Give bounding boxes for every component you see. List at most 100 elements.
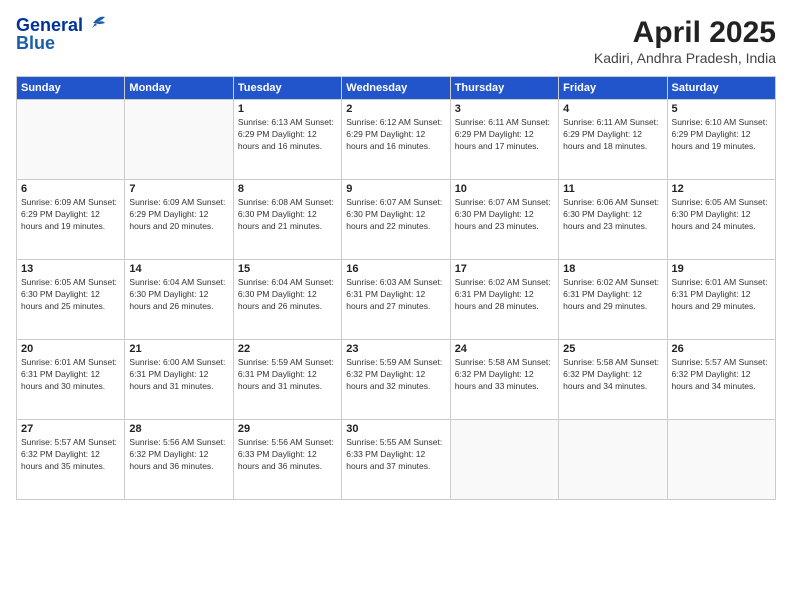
day-number: 13 — [21, 263, 120, 275]
title-block: April 2025 Kadiri, Andhra Pradesh, India — [594, 16, 776, 66]
day-cell — [17, 100, 125, 180]
day-number: 5 — [672, 103, 771, 115]
day-number: 17 — [455, 263, 554, 275]
day-info: Sunrise: 5:58 AM Sunset: 6:32 PM Dayligh… — [455, 357, 554, 393]
weekday-header-wednesday: Wednesday — [342, 77, 450, 100]
day-number: 11 — [563, 183, 662, 195]
day-info: Sunrise: 6:06 AM Sunset: 6:30 PM Dayligh… — [563, 197, 662, 233]
day-info: Sunrise: 5:57 AM Sunset: 6:32 PM Dayligh… — [21, 437, 120, 473]
day-number: 28 — [129, 423, 228, 435]
day-cell: 6 Sunrise: 6:09 AM Sunset: 6:29 PM Daylig… — [17, 180, 125, 260]
weekday-header-row: SundayMondayTuesdayWednesdayThursdayFrid… — [17, 77, 776, 100]
day-cell: 15Sunrise: 6:04 AM Sunset: 6:30 PM Dayli… — [233, 260, 341, 340]
week-row-2: 6 Sunrise: 6:09 AM Sunset: 6:29 PM Daylig… — [17, 180, 776, 260]
logo-text-blue: Blue — [16, 34, 107, 54]
day-number: 19 — [672, 263, 771, 275]
day-info: Sunrise: 6:09 AM Sunset: 6:29 PM Dayligh… — [129, 197, 228, 233]
day-info: Sunrise: 6:05 AM Sunset: 6:30 PM Dayligh… — [672, 197, 771, 233]
day-info: Sunrise: 6:11 AM Sunset: 6:29 PM Dayligh… — [563, 117, 662, 153]
day-cell: 28 Sunrise: 5:56 AM Sunset: 6:32 PM Dayli… — [125, 420, 233, 500]
day-number: 20 — [21, 343, 120, 355]
day-cell: 23 Sunrise: 5:59 AM Sunset: 6:32 PM Dayli… — [342, 340, 450, 420]
weekday-header-sunday: Sunday — [17, 77, 125, 100]
day-cell: 29 Sunrise: 5:56 AM Sunset: 6:33 PM Dayli… — [233, 420, 341, 500]
day-number: 22 — [238, 343, 337, 355]
day-cell: 7 Sunrise: 6:09 AM Sunset: 6:29 PM Daylig… — [125, 180, 233, 260]
day-info: Sunrise: 5:58 AM Sunset: 6:32 PM Dayligh… — [563, 357, 662, 393]
day-number: 2 — [346, 103, 445, 115]
day-cell — [559, 420, 667, 500]
day-number: 8 — [238, 183, 337, 195]
day-number: 7 — [129, 183, 228, 195]
logo-bird-icon — [85, 13, 107, 33]
day-cell: 20 Sunrise: 6:01 AM Sunset: 6:31 PM Dayli… — [17, 340, 125, 420]
day-info: Sunrise: 6:09 AM Sunset: 6:29 PM Dayligh… — [21, 197, 120, 233]
day-cell: 17 Sunrise: 6:02 AM Sunset: 6:31 PM Dayli… — [450, 260, 558, 340]
week-row-4: 20 Sunrise: 6:01 AM Sunset: 6:31 PM Dayli… — [17, 340, 776, 420]
day-number: 12 — [672, 183, 771, 195]
day-number: 16 — [346, 263, 445, 275]
day-number: 18 — [563, 263, 662, 275]
day-info: Sunrise: 6:07 AM Sunset: 6:30 PM Dayligh… — [346, 197, 445, 233]
day-info: Sunrise: 6:01 AM Sunset: 6:31 PM Dayligh… — [21, 357, 120, 393]
day-number: 30 — [346, 423, 445, 435]
day-info: Sunrise: 6:03 AM Sunset: 6:31 PM Dayligh… — [346, 277, 445, 313]
day-cell: 13 Sunrise: 6:05 AM Sunset: 6:30 PM Dayli… — [17, 260, 125, 340]
day-number: 15 — [238, 263, 337, 275]
day-cell: 3Sunrise: 6:11 AM Sunset: 6:29 PM Daylig… — [450, 100, 558, 180]
day-cell — [667, 420, 775, 500]
day-info: Sunrise: 5:55 AM Sunset: 6:33 PM Dayligh… — [346, 437, 445, 473]
day-number: 24 — [455, 343, 554, 355]
day-cell: 30 Sunrise: 5:55 AM Sunset: 6:33 PM Dayli… — [342, 420, 450, 500]
day-number: 29 — [238, 423, 337, 435]
day-number: 10 — [455, 183, 554, 195]
day-info: Sunrise: 6:10 AM Sunset: 6:29 PM Dayligh… — [672, 117, 771, 153]
day-cell: 27Sunrise: 5:57 AM Sunset: 6:32 PM Dayli… — [17, 420, 125, 500]
day-cell: 26Sunrise: 5:57 AM Sunset: 6:32 PM Dayli… — [667, 340, 775, 420]
page: General Blue April 2025 Kadiri, Andhra P… — [0, 0, 792, 612]
day-cell: 1 Sunrise: 6:13 AM Sunset: 6:29 PM Daylig… — [233, 100, 341, 180]
day-info: Sunrise: 6:00 AM Sunset: 6:31 PM Dayligh… — [129, 357, 228, 393]
header: General Blue April 2025 Kadiri, Andhra P… — [16, 16, 776, 66]
day-number: 26 — [672, 343, 771, 355]
day-number: 6 — [21, 183, 120, 195]
day-cell: 9 Sunrise: 6:07 AM Sunset: 6:30 PM Daylig… — [342, 180, 450, 260]
day-info: Sunrise: 6:04 AM Sunset: 6:30 PM Dayligh… — [129, 277, 228, 313]
day-info: Sunrise: 6:05 AM Sunset: 6:30 PM Dayligh… — [21, 277, 120, 313]
day-number: 4 — [563, 103, 662, 115]
day-cell: 14Sunrise: 6:04 AM Sunset: 6:30 PM Dayli… — [125, 260, 233, 340]
weekday-header-saturday: Saturday — [667, 77, 775, 100]
day-cell: 10 Sunrise: 6:07 AM Sunset: 6:30 PM Dayli… — [450, 180, 558, 260]
weekday-header-friday: Friday — [559, 77, 667, 100]
day-number: 21 — [129, 343, 228, 355]
calendar: SundayMondayTuesdayWednesdayThursdayFrid… — [16, 76, 776, 500]
day-cell — [125, 100, 233, 180]
day-number: 9 — [346, 183, 445, 195]
week-row-5: 27Sunrise: 5:57 AM Sunset: 6:32 PM Dayli… — [17, 420, 776, 500]
day-cell: 19 Sunrise: 6:01 AM Sunset: 6:31 PM Dayli… — [667, 260, 775, 340]
day-info: Sunrise: 6:07 AM Sunset: 6:30 PM Dayligh… — [455, 197, 554, 233]
day-cell: 11 Sunrise: 6:06 AM Sunset: 6:30 PM Dayli… — [559, 180, 667, 260]
week-row-3: 13 Sunrise: 6:05 AM Sunset: 6:30 PM Dayli… — [17, 260, 776, 340]
weekday-header-tuesday: Tuesday — [233, 77, 341, 100]
logo: General Blue — [16, 16, 107, 54]
location: Kadiri, Andhra Pradesh, India — [594, 50, 776, 66]
day-cell: 24 Sunrise: 5:58 AM Sunset: 6:32 PM Dayli… — [450, 340, 558, 420]
day-info: Sunrise: 5:56 AM Sunset: 6:32 PM Dayligh… — [129, 437, 228, 473]
day-cell: 16 Sunrise: 6:03 AM Sunset: 6:31 PM Dayli… — [342, 260, 450, 340]
day-info: Sunrise: 6:02 AM Sunset: 6:31 PM Dayligh… — [455, 277, 554, 313]
day-info: Sunrise: 5:59 AM Sunset: 6:32 PM Dayligh… — [346, 357, 445, 393]
day-info: Sunrise: 6:12 AM Sunset: 6:29 PM Dayligh… — [346, 117, 445, 153]
day-cell: 8 Sunrise: 6:08 AM Sunset: 6:30 PM Daylig… — [233, 180, 341, 260]
day-number: 23 — [346, 343, 445, 355]
weekday-header-thursday: Thursday — [450, 77, 558, 100]
day-cell: 21 Sunrise: 6:00 AM Sunset: 6:31 PM Dayli… — [125, 340, 233, 420]
day-cell: 25Sunrise: 5:58 AM Sunset: 6:32 PM Dayli… — [559, 340, 667, 420]
day-info: Sunrise: 6:08 AM Sunset: 6:30 PM Dayligh… — [238, 197, 337, 233]
day-info: Sunrise: 5:56 AM Sunset: 6:33 PM Dayligh… — [238, 437, 337, 473]
day-info: Sunrise: 6:01 AM Sunset: 6:31 PM Dayligh… — [672, 277, 771, 313]
day-info: Sunrise: 6:02 AM Sunset: 6:31 PM Dayligh… — [563, 277, 662, 313]
month-title: April 2025 — [594, 16, 776, 50]
day-number: 1 — [238, 103, 337, 115]
day-info: Sunrise: 6:13 AM Sunset: 6:29 PM Dayligh… — [238, 117, 337, 153]
